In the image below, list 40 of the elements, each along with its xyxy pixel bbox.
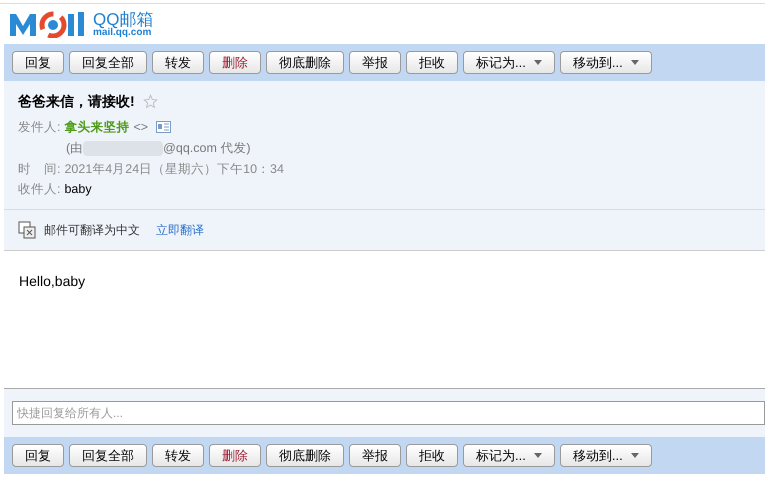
quick-reply-field[interactable]: 快捷回复给所有人... [12,401,765,425]
caret-icon [630,60,639,65]
toolbar-button[interactable]: 举报 [349,51,401,74]
dropdown-button[interactable]: 移动到... [560,51,652,74]
field-label: 收件人: [18,181,60,198]
star-icon[interactable] [142,94,158,109]
mail-body: Hello,baby [19,272,86,291]
field-label: 发件人: [18,119,60,136]
toolbar-button[interactable]: 转发 [152,51,204,74]
caret-icon [534,60,542,65]
caret-icon [630,453,639,458]
toolbar-button[interactable]: 回复 [12,51,64,74]
translate-icon [18,221,36,239]
mail-subject: 爸爸来信，请接收! [18,92,135,111]
sender-address: <> [133,119,148,136]
caret-icon [534,453,542,458]
dropdown-button[interactable]: 标记为... [463,444,555,467]
toolbar-button[interactable]: 删除 [209,444,261,467]
translate-notice: 邮件可翻译为中文 [44,222,140,239]
toolbar-button[interactable]: 删除 [209,51,261,74]
toolbar-button[interactable]: 彻底删除 [266,444,344,467]
field-label: 时 间: [18,160,60,178]
proxy-prefix: (由 [66,140,84,157]
brand-domain: mail.qq.com [93,28,152,38]
recipient-name: baby [64,181,92,198]
toolbar-button[interactable]: 举报 [349,444,401,467]
dropdown-button[interactable]: 标记为... [463,51,555,74]
dropdown-button[interactable]: 移动到... [560,444,652,467]
toolbar-button[interactable]: 回复 [12,444,64,467]
toolbar-button[interactable]: 拒收 [406,444,458,467]
toolbar-button[interactable]: 拒收 [406,51,458,74]
toolbar-button[interactable]: 彻底删除 [266,51,344,74]
toolbar-button[interactable]: 回复全部 [69,51,147,74]
translate-link[interactable]: 立即翻译 [156,221,204,239]
toolbar-button[interactable]: 转发 [152,444,204,467]
toolbar-button[interactable]: 回复全部 [69,444,147,467]
proxy-suffix: @qq.com 代发) [163,140,250,157]
brand-name: QQ邮箱 [93,10,154,28]
contact-card-icon[interactable] [156,121,172,134]
sent-time: 2021年4月24日（星期六）下午10：34 [64,160,284,178]
